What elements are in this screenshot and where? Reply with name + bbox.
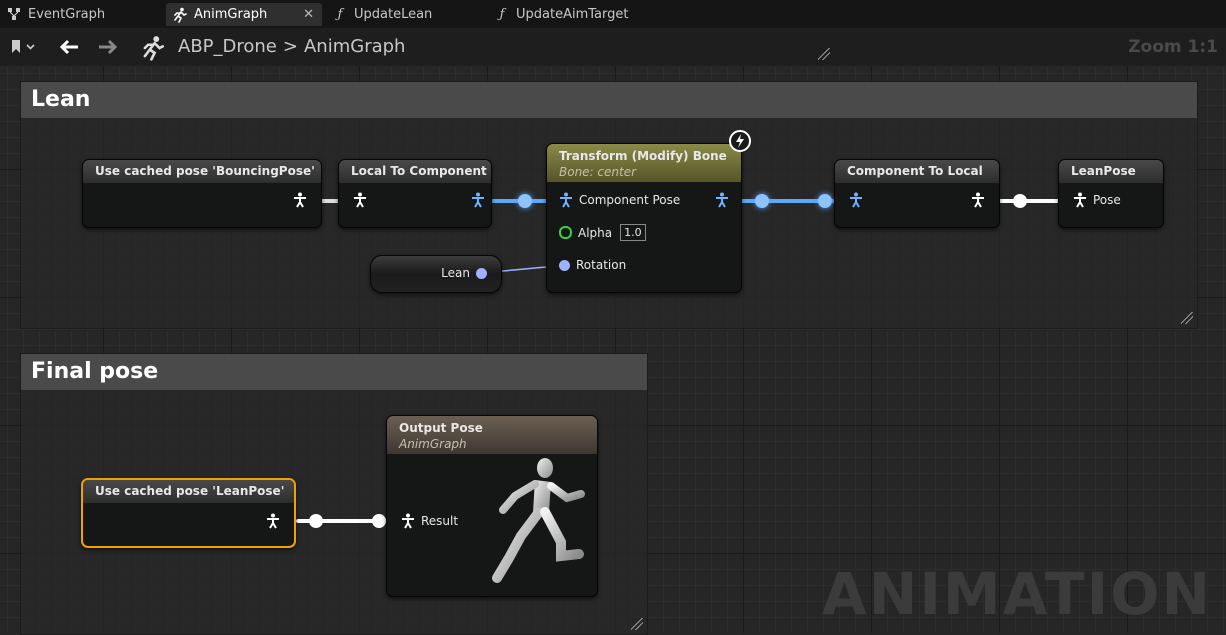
pose-output-pin[interactable] xyxy=(293,192,307,208)
node-cached-pose-lean[interactable]: Use cached pose 'LeanPose' xyxy=(81,478,296,548)
graph-icon xyxy=(6,7,22,23)
zoom-level: Zoom 1:1 xyxy=(1128,37,1218,57)
component-pose-pin-icon xyxy=(560,192,572,208)
pose-input-pin[interactable] xyxy=(353,192,367,208)
reroute-knot[interactable] xyxy=(372,514,386,528)
anim-graph-icon xyxy=(140,35,166,61)
node-lean-pose-cache[interactable]: LeanPose Pose xyxy=(1058,159,1164,228)
back-arrow-icon[interactable] xyxy=(58,38,80,56)
breadcrumb-bar: ABP_Drone > AnimGraph Zoom 1:1 xyxy=(0,28,1226,66)
tab-label: UpdateLean xyxy=(354,7,433,22)
pin-label: Pose xyxy=(1093,193,1121,207)
function-icon: ƒ xyxy=(499,6,505,22)
node-lean-variable[interactable]: Lean xyxy=(370,255,502,293)
pin-label: Lean xyxy=(441,266,470,280)
component-pose-pin-icon xyxy=(850,192,862,208)
breadcrumb-current: AnimGraph xyxy=(303,36,406,57)
alpha-input-pin[interactable]: Alpha 1.0 xyxy=(559,224,646,241)
tab-update-aim-target[interactable]: ƒ UpdateAimTarget xyxy=(494,3,664,26)
tab-bar: EventGraph AnimGraph ✕ ƒ UpdateLean ƒ Up… xyxy=(0,0,1226,28)
node-title: LeanPose xyxy=(1059,160,1163,183)
breadcrumb-root[interactable]: ABP_Drone xyxy=(178,36,277,57)
resize-grip-icon[interactable] xyxy=(1181,312,1193,324)
pose-pin-icon xyxy=(972,192,984,208)
node-subtitle: Bone: center xyxy=(559,165,637,179)
result-input-pin[interactable]: Result xyxy=(401,513,458,529)
tab-label: AnimGraph xyxy=(194,7,268,22)
component-pose-output-pin[interactable] xyxy=(715,192,729,208)
node-header: Transform (Modify) Bone Bone: center xyxy=(547,144,741,182)
fast-path-icon xyxy=(729,130,751,152)
bookmark-icon[interactable] xyxy=(10,39,36,55)
pose-pin-icon xyxy=(402,513,414,529)
component-pose-input-pin[interactable]: Component Pose xyxy=(559,192,680,208)
node-header: Output Pose AnimGraph xyxy=(387,416,597,454)
pin-label: Result xyxy=(421,514,459,528)
node-title: Component To Local xyxy=(835,160,999,183)
node-title: Output Pose xyxy=(399,421,483,435)
alpha-value-field[interactable]: 1.0 xyxy=(620,224,646,241)
float-pin-icon xyxy=(559,226,572,239)
forward-arrow-icon[interactable] xyxy=(97,38,119,56)
pose-pin-icon xyxy=(267,513,279,529)
pin-label: Component Pose xyxy=(579,193,681,207)
graph-canvas[interactable]: Lean Final pose Use cached pose 'Bouncin… xyxy=(0,66,1226,635)
comment-title: Final pose xyxy=(21,354,647,390)
pose-wire xyxy=(995,199,1063,203)
node-component-to-local[interactable]: Component To Local xyxy=(834,159,1000,228)
pin-label: Alpha xyxy=(578,225,613,240)
tab-label: UpdateAimTarget xyxy=(516,7,629,22)
close-icon[interactable]: ✕ xyxy=(303,7,314,22)
node-transform-modify-bone[interactable]: Transform (Modify) Bone Bone: center Com… xyxy=(546,143,742,293)
pose-pin-icon xyxy=(1074,192,1086,208)
node-title: Use cached pose 'BouncingPose' xyxy=(83,160,321,183)
pose-output-pin[interactable] xyxy=(266,513,280,529)
component-pose-output-pin[interactable] xyxy=(471,192,485,208)
tab-update-lean[interactable]: ƒ UpdateLean xyxy=(332,3,482,26)
mannequin-icon xyxy=(492,458,585,583)
breadcrumb-separator: > xyxy=(282,36,298,57)
component-pose-input-pin[interactable] xyxy=(849,192,863,208)
comment-title: Lean xyxy=(21,82,1197,118)
graph-watermark: ANIMATION xyxy=(821,560,1212,628)
pin-label: Rotation xyxy=(576,258,627,272)
running-man-icon xyxy=(172,7,188,23)
rotation-input-pin[interactable]: Rotation xyxy=(559,258,626,272)
rotator-pin-icon xyxy=(476,267,487,279)
rotator-pin-icon xyxy=(559,259,570,271)
tab-event-graph[interactable]: EventGraph xyxy=(6,3,156,26)
node-title: Use cached pose 'LeanPose' xyxy=(83,480,294,503)
pose-pin-icon xyxy=(294,192,306,208)
reroute-knot[interactable] xyxy=(755,194,769,208)
resize-grip-icon[interactable] xyxy=(631,618,643,630)
node-title: Local To Component xyxy=(339,160,491,183)
reroute-knot[interactable] xyxy=(818,194,832,208)
lean-output-pin[interactable]: Lean xyxy=(441,266,487,280)
node-title: Transform (Modify) Bone xyxy=(559,149,727,163)
function-icon: ƒ xyxy=(337,6,343,22)
reroute-knot[interactable] xyxy=(518,194,532,208)
node-cached-pose-bouncing[interactable]: Use cached pose 'BouncingPose' xyxy=(82,159,322,228)
node-local-to-component[interactable]: Local To Component xyxy=(338,159,492,228)
pose-output-pin[interactable] xyxy=(971,192,985,208)
reroute-knot[interactable] xyxy=(309,514,323,528)
component-pose-pin-icon xyxy=(472,192,484,208)
tab-anim-graph[interactable]: AnimGraph ✕ xyxy=(166,3,322,26)
component-pose-pin-icon xyxy=(716,192,728,208)
pose-input-pin[interactable]: Pose xyxy=(1073,192,1121,208)
node-subtitle: AnimGraph xyxy=(399,437,467,451)
node-output-pose[interactable]: Output Pose AnimGraph Result xyxy=(386,415,598,597)
resize-grip-icon[interactable] xyxy=(818,48,830,60)
pose-pin-icon xyxy=(354,192,366,208)
tab-label: EventGraph xyxy=(28,7,106,22)
reroute-knot[interactable] xyxy=(1013,194,1027,208)
